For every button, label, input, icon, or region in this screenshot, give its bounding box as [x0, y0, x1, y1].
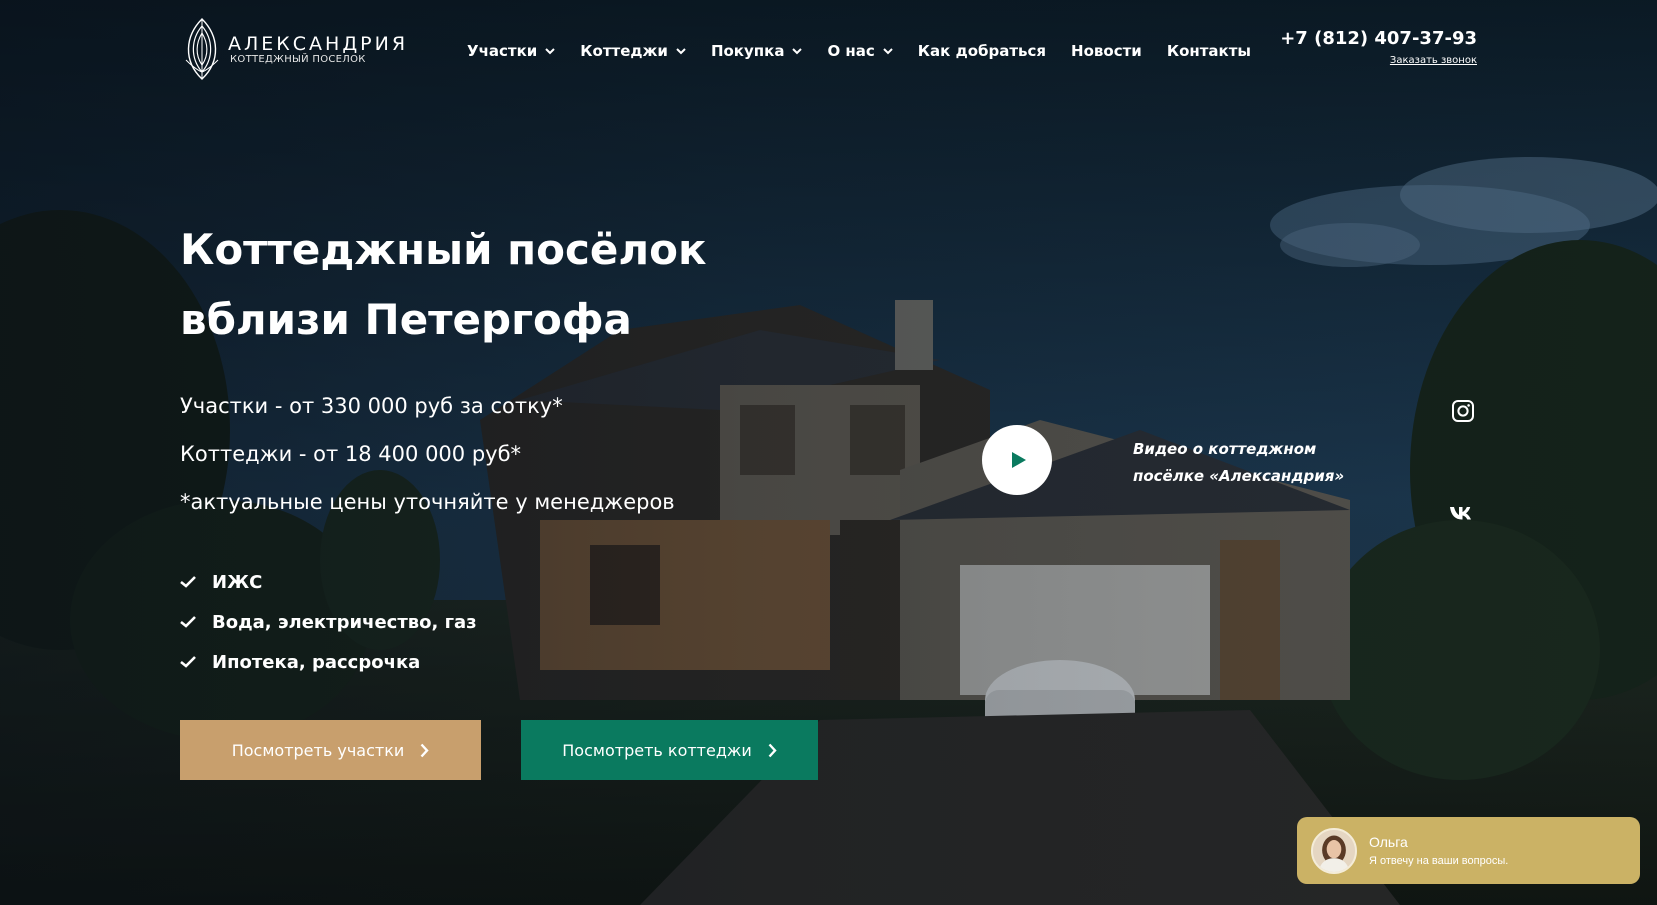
nav-item-directions[interactable]: Как добраться	[918, 42, 1046, 60]
price-list: Участки - от 330 000 руб за сотку* Котте…	[180, 392, 675, 536]
operator-avatar-icon	[1313, 829, 1355, 872]
nav-item-label: Контакты	[1166, 42, 1251, 60]
list-item: Вода, электричество, газ	[180, 602, 477, 642]
chat-message: Я отвечу на ваши вопросы.	[1369, 855, 1509, 867]
video-caption[interactable]: Видео о коттеджном посёлке «Александрия»	[1133, 436, 1363, 490]
nav-item-cottages[interactable]: Коттеджи	[580, 42, 686, 60]
hero-title: Коттеджный посёлок вблизи Петергофа	[180, 215, 780, 355]
feature-list: ИЖС Вода, электричество, газ Ипотека, ра…	[180, 562, 477, 682]
nav-item-label: Участки	[467, 42, 538, 60]
feature-label: ИЖС	[212, 571, 263, 593]
price-plots: Участки - от 330 000 руб за сотку*	[180, 394, 563, 418]
check-icon	[180, 576, 196, 588]
feature-label: Вода, электричество, газ	[212, 611, 477, 633]
list-item: Ипотека, рассрочка	[180, 642, 477, 682]
video-play-button[interactable]	[982, 425, 1052, 495]
button-label: Посмотреть участки	[231, 740, 405, 760]
nav-item-label: О нас	[827, 42, 875, 60]
price-note: *актуальные цены уточняйте у менеджеров	[180, 490, 675, 514]
nav-item-purchase[interactable]: Покупка	[710, 42, 803, 60]
chevron-down-icon	[883, 47, 893, 54]
nav-item-news[interactable]: Новости	[1071, 42, 1142, 60]
chevron-down-icon	[676, 47, 686, 54]
video-caption-line-2: посёлке «Александрия»	[1133, 467, 1345, 485]
logo-title: АЛЕКСАНДРИЯ	[228, 32, 409, 55]
nav-item-contacts[interactable]: Контакты	[1167, 42, 1251, 60]
check-icon	[180, 656, 196, 668]
logo-subtitle: КОТТЕДЖНЫЙ ПОСЕЛОК	[230, 53, 366, 65]
chevron-right-icon	[420, 743, 429, 757]
site-logo[interactable]: АЛЕКСАНДРИЯ КОТТЕДЖНЫЙ ПОСЕЛОК	[180, 16, 410, 82]
nav-item-label: Покупка	[710, 42, 785, 60]
nav-item-plots[interactable]: Участки	[467, 42, 555, 60]
main-navigation: Участки Коттеджи Покупка О нас Как добра…	[467, 40, 1276, 62]
hero-title-line-2: вблизи Петергофа	[180, 295, 632, 344]
view-plots-button[interactable]: Посмотреть участки	[180, 720, 481, 780]
feature-label: Ипотека, рассрочка	[212, 651, 421, 673]
chevron-down-icon	[545, 47, 555, 54]
leaf-logo-icon	[185, 18, 219, 80]
instagram-icon[interactable]	[1452, 400, 1474, 422]
button-label: Посмотреть коттеджи	[562, 740, 752, 760]
nav-item-label: Новости	[1071, 42, 1142, 60]
contact-block: +7 (812) 407-37-93 Заказать звонок	[1280, 28, 1477, 66]
chevron-right-icon	[768, 743, 777, 757]
video-caption-line-1: Видео о коттеджном	[1133, 440, 1317, 458]
nav-item-label: Как добраться	[917, 42, 1047, 60]
chat-widget[interactable]: Ольга Я отвечу на ваши вопросы.	[1297, 817, 1640, 884]
check-icon	[180, 616, 196, 628]
list-item: ИЖС	[180, 562, 477, 602]
callback-link[interactable]: Заказать звонок	[1280, 55, 1477, 66]
vk-icon[interactable]	[1449, 505, 1475, 521]
chat-operator-name: Ольга	[1369, 834, 1408, 850]
site-header: АЛЕКСАНДРИЯ КОТТЕДЖНЫЙ ПОСЕЛОК Участки К…	[0, 0, 1657, 110]
phone-number[interactable]: +7 (812) 407-37-93	[1280, 28, 1477, 49]
nav-item-about[interactable]: О нас	[827, 42, 893, 60]
price-cottages: Коттеджи - от 18 400 000 руб*	[180, 442, 522, 466]
view-cottages-button[interactable]: Посмотреть коттеджи	[521, 720, 818, 780]
play-icon	[1011, 452, 1026, 468]
chevron-down-icon	[792, 47, 803, 54]
avatar	[1311, 827, 1357, 874]
nav-item-label: Коттеджи	[580, 42, 668, 60]
hero-title-line-1: Коттеджный посёлок	[180, 225, 707, 274]
